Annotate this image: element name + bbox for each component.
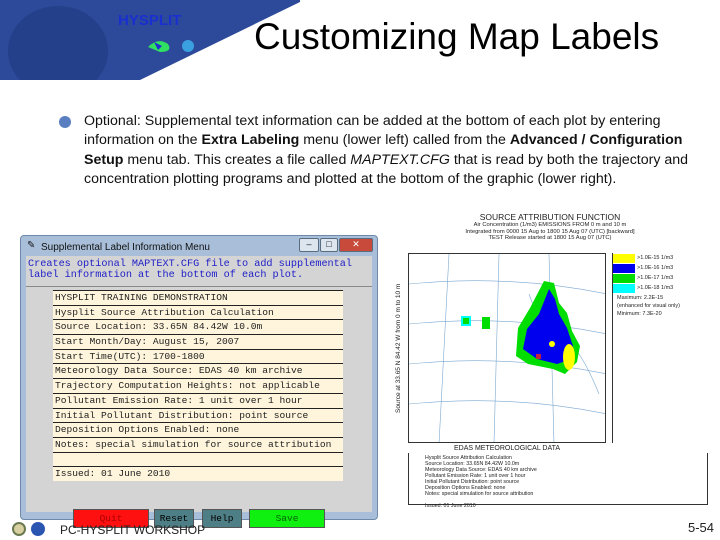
- label-field-2[interactable]: Hysplit Source Attribution Calculation: [53, 304, 343, 320]
- feather-icon: ✎: [27, 240, 36, 251]
- map-xlabel: EDAS METEOROLOGICAL DATA: [453, 445, 561, 452]
- footer-text: PC-HYSPLIT WORKSHOP: [60, 523, 206, 537]
- legend-label: >1.0E-18 1/m3: [637, 285, 674, 291]
- legend-swatch: [613, 273, 635, 283]
- dialog-titlebar[interactable]: ✎ Supplemental Label Information Menu – …: [21, 236, 377, 256]
- doc-seal-icon: [12, 522, 26, 536]
- map-subtitle: TEST Release started at 1800 15 Aug 07 (…: [488, 235, 612, 241]
- label-field-3[interactable]: Source Location: 33.65N 84.42W 10.0m: [53, 319, 343, 335]
- supplemental-label-dialog: ✎ Supplemental Label Information Menu – …: [20, 235, 378, 528]
- legend-label: >1.0E-16 1/m3: [637, 265, 674, 271]
- legend-item: >1.0E-16 1/m3: [613, 263, 712, 273]
- map-title: SOURCE ATTRIBUTION FUNCTION: [479, 212, 621, 222]
- label-field-6[interactable]: Meteorology Data Source: EDAS 40 km arch…: [53, 363, 343, 379]
- legend-item: >1.0E-15 1/m3: [613, 253, 712, 263]
- slide-title: Customizing Map Labels: [254, 16, 660, 57]
- map-supplemental-labels: Hysplit Source Attribution Calculation So…: [408, 453, 708, 509]
- legend-swatch: [613, 283, 635, 293]
- dialog-title: Supplemental Label Information Menu: [41, 242, 210, 253]
- help-button[interactable]: Help: [202, 509, 242, 528]
- page-number: 5-54: [687, 520, 714, 535]
- label-field-10[interactable]: Deposition Options Enabled: none: [53, 422, 343, 437]
- label-field-7[interactable]: Trajectory Computation Heights: not appl…: [53, 378, 343, 393]
- legend-swatch: [613, 253, 635, 263]
- legend-label: >1.0E-15 1/m3: [637, 255, 674, 261]
- label-field-9[interactable]: Initial Pollutant Distribution: point so…: [53, 407, 343, 423]
- label-field-11[interactable]: Notes: special simulation for source att…: [53, 436, 343, 452]
- map-legend: >1.0E-15 1/m3 >1.0E-16 1/m3 >1.0E-17 1/m3 >…: [612, 253, 712, 443]
- supplemental-line: Issued: 01 June 2010: [425, 503, 476, 509]
- maximize-button[interactable]: □: [320, 238, 338, 252]
- save-button[interactable]: Save: [249, 509, 325, 528]
- description-paragraph: Optional: Supplemental text information …: [84, 113, 689, 188]
- noaa-logo-icon: [31, 522, 45, 536]
- hysplit-logo: HYSPLIT: [118, 12, 198, 60]
- map-ylabel: Source at 33.65 N 84.42 W from 0 m to 10…: [395, 283, 402, 413]
- dialog-description: Creates optional MAPTEXT.CFG file to add…: [26, 256, 372, 287]
- legend-minimum: Minimum: 7.3E-20: [617, 311, 662, 317]
- label-field-1[interactable]: HYSPLIT TRAINING DEMONSTRATION: [53, 290, 343, 305]
- noaa-swoosh-logo: [8, 6, 108, 80]
- legend-maximum: Maximum: 2.2E-15: [617, 295, 664, 301]
- map-area: [408, 253, 606, 443]
- label-field-12[interactable]: [53, 451, 343, 467]
- legend-item: >1.0E-17 1/m3: [613, 273, 712, 283]
- close-button[interactable]: ✕: [339, 238, 373, 252]
- label-field-13[interactable]: Issued: 01 June 2010: [53, 466, 343, 481]
- label-field-5[interactable]: Start Time(UTC): 1700-1800: [53, 348, 343, 364]
- legend-label: >1.0E-17 1/m3: [637, 275, 674, 281]
- concentration-map-plot: SOURCE ATTRIBUTION FUNCTION Air Concentr…: [395, 212, 715, 509]
- label-field-8[interactable]: Pollutant Emission Rate: 1 unit over 1 h…: [53, 392, 343, 408]
- plume-map: [409, 254, 605, 442]
- legend-item: >1.0E-18 1/m3: [613, 283, 712, 293]
- legend-swatch: [613, 263, 635, 273]
- legend-maximum-note: (enhanced for visual only): [617, 303, 680, 309]
- label-field-4[interactable]: Start Month/Day: August 15, 2007: [53, 334, 343, 349]
- minimize-button[interactable]: –: [299, 238, 319, 252]
- bullet-icon: [59, 116, 71, 128]
